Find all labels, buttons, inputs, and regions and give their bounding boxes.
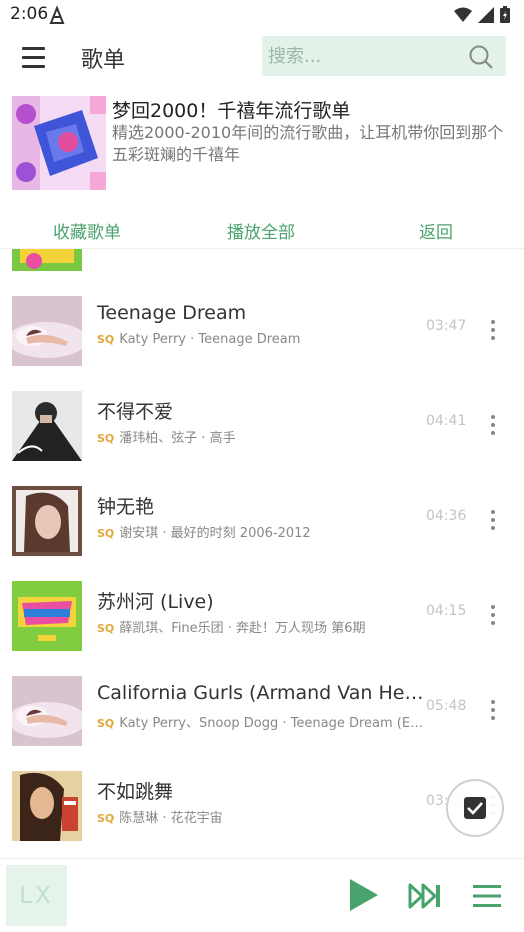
wifi-icon xyxy=(454,7,472,22)
album-cover xyxy=(12,581,82,651)
back-button[interactable]: 返回 xyxy=(419,218,453,243)
play-icon[interactable] xyxy=(348,878,380,912)
search-icon[interactable] xyxy=(468,44,494,70)
album-cover xyxy=(12,771,82,841)
sq-badge: SQ xyxy=(97,812,115,825)
song-duration: 04:15 xyxy=(426,603,467,619)
checkbox-icon xyxy=(464,797,486,819)
song-duration: 04:36 xyxy=(426,508,467,524)
list-item[interactable]: Teenage Dream SQ Katy Perry · Teenage Dre… xyxy=(0,296,524,391)
list-item[interactable]: 钟无艳 SQ 谢安琪 · 最好的时刻 2006-2012 04:36 xyxy=(0,486,524,581)
more-options-icon[interactable] xyxy=(482,312,504,348)
song-meta: Katy Perry · Teenage Dream xyxy=(119,332,301,347)
collect-playlist-button[interactable]: 收藏歌单 xyxy=(53,218,121,243)
playlist-header: 梦回2000！千禧年流行歌单 精选2000-2010年间的流行歌曲，让耳机带你回… xyxy=(0,92,524,194)
song-title: Teenage Dream xyxy=(97,302,247,324)
playlist-description: 精选2000-2010年间的流行歌曲，让耳机带你回到那个五彩斑斓的千禧年 xyxy=(112,123,504,164)
top-bar: 歌单 xyxy=(0,30,524,84)
notification-icon xyxy=(49,5,65,24)
song-title: 苏州河 (Live) xyxy=(97,591,214,613)
playlist-cover-image xyxy=(12,96,106,190)
list-item[interactable]: 苏州河 (Live) SQ 薛凯琪、Fine乐团 · 奔赴！万人现场 第6期 04… xyxy=(0,581,524,676)
album-cover xyxy=(12,391,82,461)
menu-button[interactable] xyxy=(14,40,54,74)
album-cover xyxy=(12,486,82,556)
more-options-icon[interactable] xyxy=(482,692,504,728)
album-cover xyxy=(12,296,82,366)
song-title: California Gurls (Armand Van Helden Remi… xyxy=(97,682,427,704)
sq-badge: SQ xyxy=(97,432,115,445)
status-bar: 2:06 xyxy=(0,0,524,30)
battery-icon xyxy=(500,6,510,23)
search-input[interactable] xyxy=(262,36,462,76)
song-meta: 陈慧琳 · 花花宇宙 xyxy=(119,811,223,826)
playlist-menu-icon[interactable] xyxy=(472,883,502,909)
more-options-icon[interactable] xyxy=(482,502,504,538)
song-list[interactable]: Teenage Dream SQ Katy Perry · Teenage Dre… xyxy=(0,248,524,858)
album-cover xyxy=(12,249,82,271)
song-duration: 05:48 xyxy=(426,698,467,714)
sq-badge: SQ xyxy=(97,622,115,635)
song-meta: 谢安琪 · 最好的时刻 2006-2012 xyxy=(119,526,311,541)
song-title: 不得不爱 xyxy=(97,401,174,423)
play-all-button[interactable]: 播放全部 xyxy=(227,218,295,243)
player-cover-logo[interactable]: LX xyxy=(6,865,67,926)
song-title: 钟无艳 xyxy=(97,496,155,518)
signal-icon xyxy=(478,6,494,23)
song-duration: 04:41 xyxy=(426,413,467,429)
song-meta: 薛凯琪、Fine乐团 · 奔赴！万人现场 第6期 xyxy=(119,621,366,636)
list-item[interactable] xyxy=(0,249,524,296)
sq-badge: SQ xyxy=(97,527,115,540)
song-meta: Katy Perry、Snoop Dogg · Teenage Dream (E… xyxy=(119,716,427,731)
song-duration: 03:47 xyxy=(426,318,467,334)
more-options-icon[interactable] xyxy=(482,407,504,443)
status-time: 2:06 xyxy=(10,4,49,24)
search-box[interactable] xyxy=(262,36,506,76)
song-title: 不如跳舞 xyxy=(97,781,174,803)
page-title: 歌单 xyxy=(81,48,126,73)
song-meta: 潘玮柏、弦子 · 高手 xyxy=(119,431,236,446)
sq-badge: SQ xyxy=(97,333,115,346)
sq-badge: SQ xyxy=(97,717,115,730)
list-item[interactable]: 不得不爱 SQ 潘玮柏、弦子 · 高手 04:41 xyxy=(0,391,524,486)
album-cover xyxy=(12,676,82,746)
multi-select-button[interactable] xyxy=(446,779,504,837)
list-item[interactable]: California Gurls (Armand Van Helden Remi… xyxy=(0,676,524,771)
playlist-actions: 收藏歌单 播放全部 返回 xyxy=(0,210,524,248)
more-options-icon[interactable] xyxy=(482,597,504,633)
next-track-icon[interactable] xyxy=(408,883,442,909)
player-bar: LX xyxy=(0,858,524,932)
list-item[interactable]: 不如跳舞 SQ陈慧琳 · 花花宇宙 03:12 xyxy=(0,771,524,858)
playlist-name: 梦回2000！千禧年流行歌单 xyxy=(112,100,351,122)
